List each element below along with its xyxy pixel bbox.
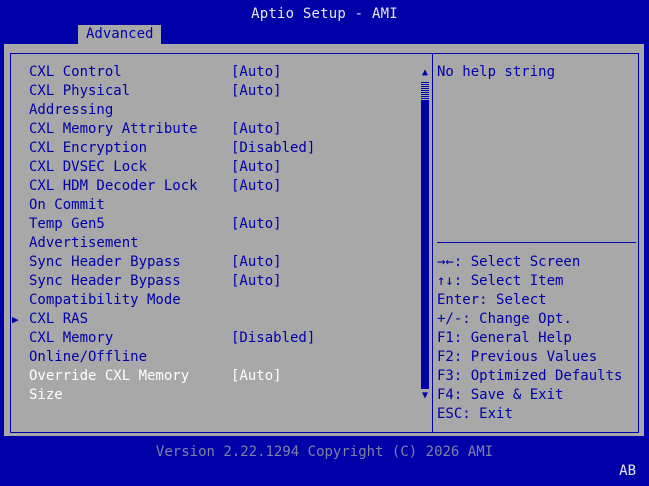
scroll-down-arrow-icon[interactable]: ▼ [419, 390, 431, 402]
setting-row[interactable]: CXL Physical [Auto] [0, 82, 420, 101]
setting-label: CXL Encryption [29, 140, 148, 156]
key-help-key: F3 [437, 368, 454, 384]
setting-row[interactable]: CXL DVSEC Lock [Auto] [0, 158, 420, 177]
setting-value[interactable]: [Disabled] [231, 329, 315, 348]
key-help-desc: : Change Opt. [462, 311, 572, 327]
setting-row: Compatibility Mode [0, 291, 420, 310]
setting-label: CXL Physical [29, 83, 131, 99]
setting-label: CXL Memory Attribute [29, 121, 198, 137]
help-divider [437, 242, 636, 243]
setting-value[interactable]: [Auto] [231, 367, 282, 386]
setting-row[interactable]: CXL Encryption [Disabled] [0, 139, 420, 158]
setting-label: On Commit [29, 197, 105, 213]
key-help-row: +/-: Change Opt. [437, 310, 622, 329]
setting-label: Sync Header Bypass [29, 273, 181, 289]
scrollbar-thumb[interactable] [421, 82, 429, 100]
setting-label: CXL DVSEC Lock [29, 159, 148, 175]
key-help-key: ESC [437, 406, 463, 422]
setting-label: Addressing [29, 102, 114, 118]
submenu-arrow-icon: ▶ [12, 313, 19, 326]
key-help-key: +/- [437, 311, 463, 327]
setting-row: Size [0, 386, 420, 405]
setting-label: Online/Offline [29, 349, 148, 365]
help-text: No help string [437, 64, 556, 80]
setting-row[interactable]: Sync Header Bypass [Auto] [0, 253, 420, 272]
setting-value[interactable]: [Auto] [231, 177, 282, 196]
setting-value[interactable]: [Auto] [231, 253, 282, 272]
setting-row[interactable]: Override CXL Memory [Auto] [0, 367, 420, 386]
post-code: AB [619, 463, 636, 479]
key-help-row: ↑↓: Select Item [437, 272, 622, 291]
key-help-desc: : General Help [453, 330, 572, 346]
key-help-key: F1 [437, 330, 454, 346]
setting-label: CXL Control [29, 64, 122, 80]
key-help-desc: : Save & Exit [453, 387, 564, 403]
key-help-desc: : Select [479, 292, 547, 308]
setting-row: Advertisement [0, 234, 420, 253]
setting-label: Temp Gen5 [29, 216, 105, 232]
tab-advanced[interactable]: Advanced [78, 25, 162, 44]
setting-row[interactable]: ▶ CXL RAS [0, 310, 420, 329]
key-help-row: ESC: Exit [437, 405, 622, 424]
setting-label: CXL RAS [29, 311, 89, 327]
key-help-key: F2 [437, 349, 454, 365]
key-help-row: F2: Previous Values [437, 348, 622, 367]
scroll-up-arrow-icon[interactable]: ▲ [419, 67, 431, 79]
setting-label: CXL HDM Decoder Lock [29, 178, 198, 194]
key-help-row: F1: General Help [437, 329, 622, 348]
setting-value[interactable]: [Auto] [231, 215, 282, 234]
setting-label: CXL Memory [29, 330, 114, 346]
setting-value[interactable]: [Auto] [231, 158, 282, 177]
scrollbar-track[interactable] [421, 82, 429, 389]
setting-label: Sync Header Bypass [29, 254, 181, 270]
key-help-list: →←: Select Screen ↑↓: Select Item Enter: S… [437, 253, 622, 424]
key-help-desc: : Select Item [453, 273, 564, 289]
key-help-desc: : Previous Values [453, 349, 598, 365]
key-help-desc: : Exit [462, 406, 513, 422]
key-help-key: ↑↓ [437, 273, 454, 289]
key-help-row: F4: Save & Exit [437, 386, 622, 405]
setting-row: Addressing [0, 101, 420, 120]
key-help-desc: : Optimized Defaults [453, 368, 623, 384]
setting-row[interactable]: CXL Memory Attribute [Auto] [0, 120, 420, 139]
key-help-row: F3: Optimized Defaults [437, 367, 622, 386]
key-help-key: F4 [437, 387, 454, 403]
setting-label: Size [29, 387, 63, 403]
setting-value[interactable]: [Auto] [231, 272, 282, 291]
key-help-key: Enter [437, 292, 480, 308]
vertical-divider [432, 53, 433, 433]
key-help-desc: : Select Screen [453, 254, 581, 270]
setting-value[interactable]: [Disabled] [231, 139, 315, 158]
setting-row[interactable]: CXL HDM Decoder Lock [Auto] [0, 177, 420, 196]
setting-row: Online/Offline [0, 348, 420, 367]
key-help-row: Enter: Select [437, 291, 622, 310]
version-footer: Version 2.22.1294 Copyright (C) 2026 AMI [155, 444, 494, 460]
setting-value[interactable]: [Auto] [231, 82, 282, 101]
key-help-row: →←: Select Screen [437, 253, 622, 272]
setting-row[interactable]: CXL Control [Auto] [0, 63, 420, 82]
setting-row: On Commit [0, 196, 420, 215]
setting-label: Override CXL Memory [29, 368, 190, 384]
key-help-key: →← [437, 254, 454, 270]
setting-label: Advertisement [29, 235, 139, 251]
setting-row[interactable]: Sync Header Bypass [Auto] [0, 272, 420, 291]
setting-label: Compatibility Mode [29, 292, 181, 308]
setting-value[interactable]: [Auto] [231, 120, 282, 139]
setting-row[interactable]: CXL Memory [Disabled] [0, 329, 420, 348]
setting-row[interactable]: Temp Gen5 [Auto] [0, 215, 420, 234]
setting-value[interactable]: [Auto] [231, 63, 282, 82]
window-title: Aptio Setup - AMI [251, 6, 398, 22]
